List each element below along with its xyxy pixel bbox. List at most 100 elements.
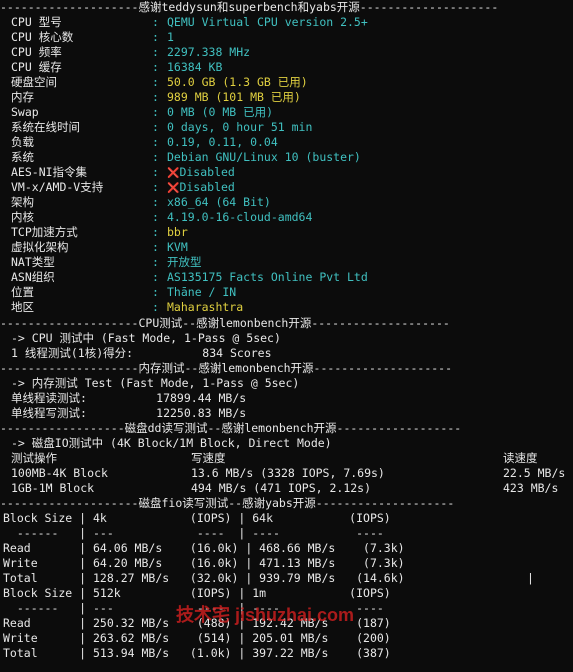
dd-header-write: 写速度: [191, 451, 226, 465]
cross-mark-icon: ❌: [167, 183, 180, 194]
fio-table-row: Block Size | 512k (IOPS) | 1m (IOPS): [3, 586, 391, 600]
sysinfo-colon: :: [152, 90, 159, 104]
sysinfo-colon: :: [152, 15, 159, 29]
memory-test-progress: -> 内存测试 Test (Fast Mode, 1-Pass @ 5sec): [11, 376, 300, 390]
sysinfo-label: 系统在线时间: [11, 120, 80, 134]
sysinfo-label: CPU 型号: [11, 15, 62, 29]
sysinfo-label: 虚拟化架构: [11, 240, 69, 254]
sysinfo-value-wrap: 0.19, 0.11, 0.04: [167, 135, 278, 150]
sysinfo-label: 负载: [11, 135, 34, 149]
sysinfo-value-wrap: x86_64 (64 Bit): [167, 195, 271, 210]
fio-table-row: Write | 64.20 MB/s (16.0k) | 471.13 MB/s…: [3, 556, 405, 570]
sysinfo-row: 地区: Maharashtra: [0, 300, 573, 315]
sysinfo-row: CPU 型号: QEMU Virtual CPU version 2.5+: [0, 15, 573, 30]
sysinfo-value-wrap: 开放型: [167, 255, 202, 270]
sysinfo-value: 0 MB (0 MB 已用): [167, 105, 274, 119]
sysinfo-value: Maharashtra: [167, 300, 244, 314]
sysinfo-value: QEMU Virtual CPU version 2.5+: [167, 15, 368, 29]
dd-row-read: 22.5 MB/s: [503, 466, 566, 480]
dd-row-label: 1GB-1M Block: [11, 481, 95, 495]
sysinfo-value: 1: [167, 30, 174, 44]
sysinfo-label: 内核: [11, 210, 34, 224]
sysinfo-colon: :: [152, 210, 159, 224]
sysinfo-label: 架构: [11, 195, 34, 209]
sysinfo-value-wrap: KVM: [167, 240, 188, 255]
sysinfo-colon: :: [152, 150, 159, 164]
sysinfo-label: CPU 核心数: [11, 30, 74, 44]
cpu-single-thread-score: 1 线程测试(1核)得分: 834 Scores: [11, 346, 272, 360]
sysinfo-colon: :: [152, 120, 159, 134]
dd-row-write: 13.6 MB/s (3328 IOPS, 7.69s): [191, 466, 385, 480]
sysinfo-value-wrap: Debian GNU/Linux 10 (buster): [167, 150, 361, 165]
fio-table-row: Block Size | 4k (IOPS) | 64k (IOPS): [3, 511, 391, 525]
sysinfo-label: Swap: [11, 105, 39, 119]
cross-mark-icon: ❌: [167, 168, 180, 179]
sysinfo-value-wrap: AS135175 Facts Online Pvt Ltd: [167, 270, 368, 285]
sysinfo-value-wrap: ❌Disabled: [167, 180, 235, 196]
sysinfo-colon: :: [152, 285, 159, 299]
sysinfo-row: 内存:989 MB (101 MB 已用): [0, 90, 573, 105]
sysinfo-row: 负载:0.19, 0.11, 0.04: [0, 135, 573, 150]
dd-header-read: 读速度: [503, 451, 538, 465]
memory-test-separator: --------------------内存测试--感谢lemonbench开源…: [0, 361, 453, 375]
header-separator: --------------------感谢teddysun和superbenc…: [0, 0, 499, 14]
sysinfo-value: Disabled: [179, 180, 235, 194]
sysinfo-row: 虚拟化架构: KVM: [0, 240, 573, 255]
sysinfo-colon: :: [152, 255, 159, 269]
sysinfo-row: 系统在线时间:0 days, 0 hour 51 min: [0, 120, 573, 135]
sysinfo-value: bbr: [167, 225, 188, 239]
sysinfo-value-wrap: 0 days, 0 hour 51 min: [167, 120, 312, 135]
sysinfo-row: 硬盘空间:50.0 GB (1.3 GB 已用): [0, 75, 573, 90]
sysinfo-value: 50.0 GB (1.3 GB 已用): [167, 75, 308, 89]
sysinfo-label: 内存: [11, 90, 34, 104]
sysinfo-value-wrap: bbr: [167, 225, 188, 240]
sysinfo-row: Swap:0 MB (0 MB 已用): [0, 105, 573, 120]
sysinfo-value: x86_64 (64 Bit): [167, 195, 271, 209]
sysinfo-colon: :: [152, 105, 159, 119]
sysinfo-row: CPU 核心数:1: [0, 30, 573, 45]
sysinfo-value: Thāne / IN: [167, 285, 237, 299]
sysinfo-row: AES-NI指令集: ❌Disabled: [0, 165, 573, 180]
fio-table-row: Total | 513.94 MB/s (1.0k) | 397.22 MB/s…: [3, 646, 391, 660]
sysinfo-colon: :: [152, 195, 159, 209]
dd-row-label: 100MB-4K Block: [11, 466, 108, 480]
sysinfo-colon: :: [152, 75, 159, 89]
watermark: 技术宅 jishuzhai.com: [176, 605, 355, 625]
sysinfo-colon: :: [152, 165, 159, 179]
sysinfo-label: 位置: [11, 285, 34, 299]
fio-table-row: Read | 64.06 MB/s (16.0k) | 468.66 MB/s …: [3, 541, 405, 555]
sysinfo-colon: :: [152, 45, 159, 59]
sysinfo-value-wrap: 4.19.0-16-cloud-amd64: [167, 210, 312, 225]
sysinfo-colon: :: [152, 225, 159, 239]
sysinfo-colon: :: [152, 240, 159, 254]
sysinfo-value-wrap: Thāne / IN: [167, 285, 236, 300]
sysinfo-value: 0 days, 0 hour 51 min: [167, 120, 313, 134]
sysinfo-value: 0.19, 0.11, 0.04: [167, 135, 278, 149]
sysinfo-label: CPU 缓存: [11, 60, 62, 74]
fio-table-row: ------ | --- ---- | ---- ----: [3, 526, 384, 540]
sysinfo-row: NAT类型: 开放型: [0, 255, 573, 270]
sysinfo-value: 16384 KB: [167, 60, 223, 74]
sysinfo-row: 架构: x86_64 (64 Bit): [0, 195, 573, 210]
sysinfo-value-wrap: 0 MB (0 MB 已用): [167, 105, 273, 120]
sysinfo-row: CPU 缓存:16384 KB: [0, 60, 573, 75]
sysinfo-row: 位置: Thāne / IN: [0, 285, 573, 300]
sysinfo-label: VM-x/AMD-V支持: [11, 180, 104, 194]
sysinfo-label: AES-NI指令集: [11, 165, 88, 179]
sysinfo-value: 开放型: [167, 255, 202, 269]
sysinfo-value-wrap: 1: [167, 30, 174, 45]
sysinfo-value: 2297.338 MHz: [167, 45, 251, 59]
dd-row-read: 423 MB/s: [503, 481, 559, 495]
sysinfo-value-wrap: Maharashtra: [167, 300, 243, 315]
sysinfo-value-wrap: QEMU Virtual CPU version 2.5+: [167, 15, 368, 30]
sysinfo-value: AS135175 Facts Online Pvt Ltd: [167, 270, 368, 284]
sysinfo-row: CPU 频率:2297.338 MHz: [0, 45, 573, 60]
sysinfo-colon: :: [152, 135, 159, 149]
sysinfo-row: 系统: Debian GNU/Linux 10 (buster): [0, 150, 573, 165]
cpu-test-separator: --------------------CPU测试--感谢lemonbench开…: [0, 316, 450, 330]
sysinfo-value: Disabled: [179, 165, 235, 179]
sysinfo-row: 内核:4.19.0-16-cloud-amd64: [0, 210, 573, 225]
fio-table-row: Write | 263.62 MB/s (514) | 205.01 MB/s …: [3, 631, 391, 645]
sysinfo-row: TCP加速方式: bbr: [0, 225, 573, 240]
sysinfo-colon: :: [152, 30, 159, 44]
